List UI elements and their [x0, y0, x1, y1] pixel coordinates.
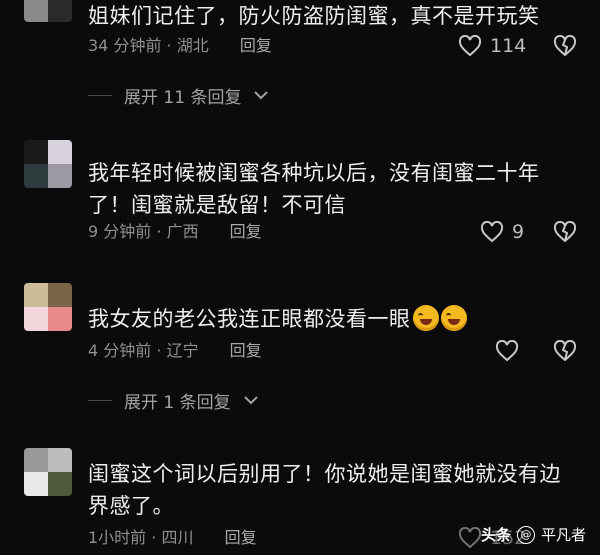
- comment-time: 9 分钟前: [88, 222, 152, 241]
- comment-location: 四川: [161, 528, 194, 547]
- comment-location: 广西: [166, 222, 199, 241]
- broken-heart-icon[interactable]: [553, 221, 577, 243]
- laughing-emoji-icon: [412, 305, 439, 331]
- reply-button[interactable]: 回复: [240, 36, 272, 55]
- comment-location-sep: ·: [156, 341, 162, 360]
- comment-time: 1小时前: [88, 528, 147, 547]
- chevron-down-icon: [254, 91, 269, 100]
- comment-text: 我年轻时候被闺蜜各种坑以后，没有闺蜜二十年了！闺蜜就是敌留！不可信: [88, 161, 540, 217]
- chevron-down-icon: [243, 396, 258, 405]
- expand-replies-label: 展开 1 条回复: [124, 392, 231, 413]
- reply-button[interactable]: 回复: [230, 222, 262, 241]
- laughing-emoji-icon: [440, 305, 467, 331]
- watermark-author: 平凡者: [540, 526, 586, 544]
- comment-meta: 9 分钟前 · 广西 回复: [88, 220, 262, 244]
- comment-text: 姐妹们记住了，防火防盗防闺蜜，真不是开玩笑: [88, 4, 540, 28]
- like-count: 9: [512, 221, 525, 243]
- avatar[interactable]: [24, 0, 72, 22]
- avatar-cell: [48, 283, 72, 307]
- heart-icon: [480, 221, 504, 243]
- watermark-logo: 头条: [480, 526, 511, 544]
- avatar-cell: [48, 472, 72, 496]
- avatar-cell: [48, 140, 72, 164]
- expand-replies-label: 展开 11 条回复: [124, 87, 242, 108]
- avatar-cell: [24, 283, 48, 307]
- comment-location-sep: ·: [166, 36, 172, 55]
- like-button[interactable]: 9: [480, 218, 524, 246]
- divider-line: [88, 399, 112, 401]
- comment-meta: 34 分钟前 · 湖北 回复: [88, 34, 272, 58]
- comment-text-body: 我女友的老公我连正眼都没看一眼: [88, 307, 411, 331]
- avatar-cell: [48, 164, 72, 188]
- expand-replies-button[interactable]: 展开 11 条回复: [88, 81, 269, 109]
- avatar-cell: [24, 164, 48, 188]
- avatar-cell: [24, 140, 48, 164]
- heart-icon: [495, 340, 519, 362]
- heart-icon: [458, 35, 482, 57]
- comment-location: 辽宁: [166, 341, 199, 360]
- like-button[interactable]: [495, 337, 519, 365]
- comment-time: 34 分钟前: [88, 36, 162, 55]
- comment-location: 湖北: [176, 36, 209, 55]
- avatar-cell: [48, 307, 72, 331]
- comment-location-sep: ·: [151, 528, 157, 547]
- heart-icon: [458, 527, 482, 549]
- comment-meta: 1小时前 · 四川 回复: [88, 526, 257, 550]
- at-icon: @: [516, 525, 535, 544]
- avatar[interactable]: [24, 140, 72, 188]
- like-count: 114: [490, 35, 527, 57]
- comment-meta: 4 分钟前 · 辽宁 回复: [88, 339, 262, 363]
- watermark: 头条 @ 平凡者: [481, 524, 586, 545]
- comment-text: 我女友的老公我连正眼都没看一眼: [88, 303, 568, 335]
- broken-heart-icon[interactable]: [553, 35, 577, 57]
- expand-replies-button[interactable]: 展开 1 条回复: [88, 386, 259, 414]
- avatar-cell: [24, 448, 48, 472]
- comment-text: 闺蜜这个词以后别用了！你说她是闺蜜她就没有边界感了。: [88, 462, 561, 518]
- broken-heart-icon[interactable]: [553, 340, 577, 362]
- reply-button[interactable]: 回复: [230, 341, 262, 360]
- comment-time: 4 分钟前: [88, 341, 152, 360]
- divider-line: [88, 94, 112, 96]
- reply-button[interactable]: 回复: [225, 528, 257, 547]
- avatar[interactable]: [24, 283, 72, 331]
- comment-location-sep: ·: [156, 222, 162, 241]
- like-button[interactable]: 114: [458, 32, 526, 60]
- avatar[interactable]: [24, 448, 72, 496]
- avatar-cell: [24, 0, 48, 22]
- avatar-cell: [24, 472, 48, 496]
- avatar-cell: [48, 448, 72, 472]
- avatar-cell: [48, 0, 72, 22]
- avatar-cell: [24, 307, 48, 331]
